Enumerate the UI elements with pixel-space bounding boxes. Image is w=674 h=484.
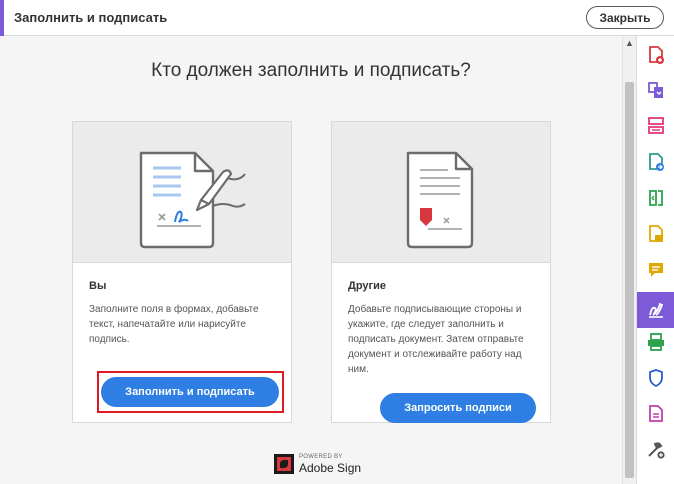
document-icon[interactable] <box>646 404 666 424</box>
fill-and-sign-button[interactable]: Заполнить и подписать <box>101 377 279 407</box>
fill-sign-icon[interactable] <box>646 300 666 320</box>
tools-pane <box>636 36 674 484</box>
page-heading: Кто должен заполнить и подписать? <box>151 60 471 81</box>
more-tools-icon[interactable] <box>646 440 666 460</box>
tool-header: Заполнить и подписать Закрыть <box>0 0 674 36</box>
card-others-illustration <box>332 122 550 263</box>
combine-files-icon[interactable] <box>646 81 666 101</box>
brand-name: Adobe Sign <box>299 461 362 475</box>
create-pdf-icon[interactable] <box>646 45 666 65</box>
card-others-description: Добавьте подписывающие стороны и укажите… <box>348 304 524 375</box>
organize-pages-icon[interactable] <box>646 116 666 136</box>
card-you-description: Заполните поля в формах, добавьте текст,… <box>89 304 259 345</box>
card-others: Другие Добавьте подписывающие стороны и … <box>331 121 551 423</box>
comment-icon[interactable] <box>646 260 666 280</box>
card-you: Вы Заполните поля в формах, добавьте тек… <box>72 121 292 423</box>
powered-by-label: POWERED BY <box>299 454 343 460</box>
accent-stripe <box>0 0 4 36</box>
tool-title: Заполнить и подписать <box>14 10 168 25</box>
scroll-thumb[interactable] <box>625 82 634 478</box>
vertical-scrollbar[interactable]: ▲ <box>622 36 636 484</box>
rich-media-icon[interactable] <box>646 224 666 244</box>
request-signatures-illustration-icon <box>406 151 474 249</box>
protect-icon[interactable] <box>646 368 666 388</box>
scroll-up-arrow-icon[interactable]: ▲ <box>623 38 636 48</box>
adobe-sign-logo-icon <box>274 454 294 474</box>
close-button[interactable]: Закрыть <box>586 6 664 29</box>
card-others-title: Другие <box>348 280 386 292</box>
export-pdf-icon[interactable] <box>646 152 666 172</box>
card-you-title: Вы <box>89 280 107 292</box>
request-signatures-button[interactable]: Запросить подписи <box>380 393 536 423</box>
scan-icon[interactable] <box>646 332 666 352</box>
fill-sign-illustration-icon <box>139 151 246 249</box>
edit-pdf-icon[interactable] <box>646 188 666 208</box>
main-content: Кто должен заполнить и подписать? Вы Зап… <box>0 36 622 484</box>
card-you-illustration <box>73 122 291 263</box>
